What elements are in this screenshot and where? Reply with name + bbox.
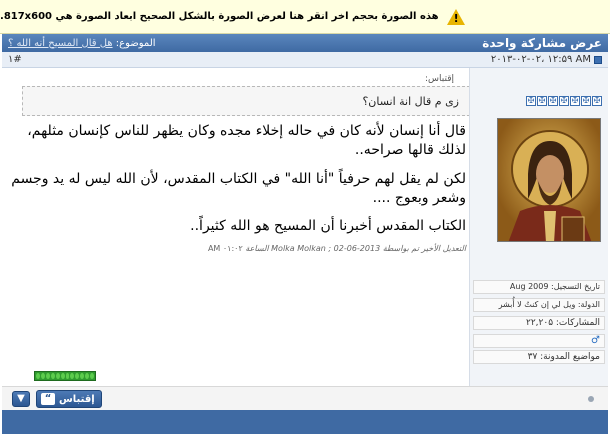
rank-star-icon: ✠ bbox=[581, 96, 591, 106]
reputation-bar bbox=[34, 371, 96, 381]
multiquote-icon[interactable]: ▼ bbox=[12, 391, 30, 407]
subject-link[interactable]: هل قال المسيح أنه الله ؟ bbox=[8, 38, 113, 49]
thread-subject: الموضوع: هل قال المسيح أنه الله ؟ bbox=[8, 38, 156, 49]
rank-star-icon: ✠ bbox=[559, 96, 569, 106]
user-blog-topics[interactable]: مواضيع المدونة: ۳۷ bbox=[473, 350, 605, 364]
user-country: الدولة: ويل لي إن كنتُ لا أُبشر bbox=[473, 298, 605, 312]
user-registration: تاريخ التسجيل: Aug 2009 bbox=[473, 280, 605, 294]
quote-button-label: إقتباس bbox=[59, 393, 95, 405]
post-paragraph-1: قال أنا إنسان لأنه كان في حاله إخلاء مجد… bbox=[27, 123, 466, 158]
post-date: ۲۰۱۳-۰۲-۰۲، ۱۲:۵۹ AM bbox=[491, 54, 602, 65]
post-body: إقتباس: زى م قال انة انسان؟ قال أنا إنسا… bbox=[6, 70, 470, 380]
thread-title: عرض مشاركة واحدة bbox=[482, 36, 602, 50]
user-posts: المشاركات: ۲۲,۲۰۵ bbox=[473, 316, 605, 330]
rank-stars: ✠ ✠ ✠ ✠ ✠ ✠ ✠ bbox=[526, 96, 602, 106]
quote-icon: “ bbox=[41, 393, 55, 405]
post-action-bar: ▼ إقتباس “ bbox=[2, 386, 608, 410]
footer-bar bbox=[2, 410, 608, 434]
quote-label: إقتباس: bbox=[425, 74, 454, 84]
quote-button[interactable]: إقتباس “ bbox=[36, 390, 102, 408]
edit-note: التعديل الأخير تم بواسطة Molka Molkan ; … bbox=[208, 244, 466, 253]
post-title-bar: عرض مشاركة واحدة الموضوع: هل قال المسيح … bbox=[2, 34, 608, 52]
quote-box: زى م قال انة انسان؟ bbox=[22, 86, 470, 116]
post-paragraph-3: الكتاب المقدس أخبرنا أن المسيح هو الله ك… bbox=[190, 218, 466, 234]
male-icon: ♂ bbox=[591, 335, 600, 346]
post-date-text: ۲۰۱۳-۰۲-۰۲، ۱۲:۵۹ AM bbox=[490, 54, 591, 65]
edit-note-time: ۰۱:۰۲ AM bbox=[207, 244, 243, 253]
rank-star-icon: ✠ bbox=[537, 96, 547, 106]
subject-label: الموضوع: bbox=[115, 37, 156, 49]
post-paragraph-2: لكن لم يقل لهم حرفياً "أنا الله" في الكت… bbox=[11, 171, 466, 206]
rank-star-icon: ✠ bbox=[548, 96, 558, 106]
warning-icon: ! bbox=[446, 8, 465, 25]
post-status-icon bbox=[594, 55, 602, 64]
image-resize-notice[interactable]: ! هذه الصورة بحجم اخر انقر هنا لعرض الصو… bbox=[0, 0, 610, 34]
rank-star-icon: ✠ bbox=[570, 96, 580, 106]
avatar[interactable] bbox=[497, 118, 601, 242]
edit-note-prefix: التعديل الأخير تم بواسطة Molka Molkan ; … bbox=[245, 244, 466, 253]
rank-star-icon: ✠ bbox=[526, 96, 536, 106]
user-panel: ✠ ✠ ✠ ✠ ✠ ✠ ✠ تاريخ التسجيل: Aug 2009 ال… bbox=[469, 68, 608, 386]
user-gender: ♂ bbox=[473, 334, 605, 348]
post-date-bar: ۱# ۲۰۱۳-۰۲-۰۲، ۱۲:۵۹ AM bbox=[2, 52, 608, 68]
post-number[interactable]: ۱# bbox=[8, 54, 22, 65]
rank-star-icon: ✠ bbox=[592, 96, 602, 106]
online-status-icon bbox=[588, 396, 594, 402]
notice-text[interactable]: هذه الصورة بحجم اخر انقر هنا لعرض الصورة… bbox=[0, 11, 439, 22]
